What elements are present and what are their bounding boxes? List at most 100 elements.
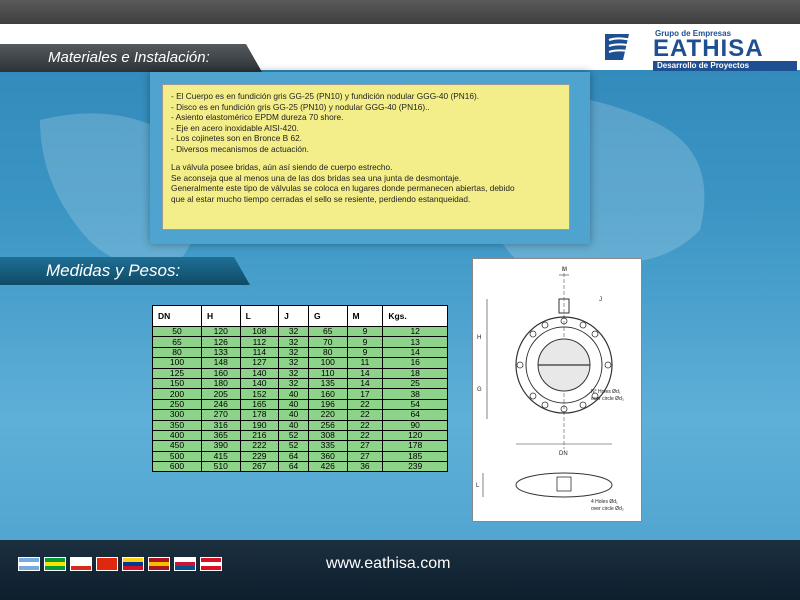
materials-item: - Eje en acero inoxidable AISI-420. — [171, 122, 299, 133]
table-cell: 22 — [346, 409, 384, 421]
table-row: 400 365 216 52 308 22 120 — [152, 429, 448, 442]
paragraph-line: Generalmente este tipo de válvulas se co… — [171, 183, 515, 193]
table-cell: 70 — [307, 336, 348, 348]
table-cell: 32 — [278, 336, 309, 348]
materials-note: - El Cuerpo es en fundición gris GG-25 (… — [162, 84, 570, 230]
section-title-dimensions: Medidas y Pesos: — [46, 261, 181, 280]
table-cell: 426 — [307, 461, 348, 473]
table-cell: 415 — [200, 450, 241, 463]
table-cell: 360 — [307, 450, 348, 463]
flag-spain-icon[interactable] — [148, 557, 170, 571]
column-header: J — [278, 305, 309, 327]
table-row: 65 126 112 32 70 9 13 — [152, 336, 448, 348]
flag-chile-icon[interactable] — [70, 557, 92, 571]
table-cell: 112 — [239, 336, 280, 348]
table-cell: 152 — [239, 388, 280, 400]
website-link[interactable]: www.eathisa.com — [326, 555, 451, 573]
table-cell: 25 — [382, 377, 448, 390]
table-cell: 196 — [307, 398, 348, 411]
dimensions-table: DN H L J G M Kgs. 50 120 108 32 65 9 12 65 126 112 32 70 9… — [152, 305, 448, 473]
table-cell: 165 — [239, 398, 280, 411]
valve-drawing-svg: M J H G DN N° Holes Ød₁ over circle Ød₂ … — [476, 267, 624, 512]
table-cell: 27 — [346, 450, 384, 463]
paragraph-line: Se aconseja que al menos una de las dos … — [171, 172, 462, 183]
table-cell: 350 — [152, 419, 202, 431]
table-cell: 50 — [152, 325, 202, 338]
table-cell: 140 — [239, 377, 280, 390]
table-cell: 148 — [200, 357, 241, 369]
table-cell: 18 — [382, 367, 448, 379]
table-cell: 256 — [307, 419, 348, 431]
table-cell: 335 — [307, 440, 348, 452]
table-cell: 12 — [382, 325, 448, 338]
flag-colombia-icon[interactable] — [122, 557, 144, 571]
table-cell: 40 — [278, 409, 309, 421]
table-cell: 110 — [307, 367, 348, 379]
company-logo[interactable]: Grupo de Empresas EATHISA Desarrollo de … — [575, 24, 800, 71]
section-header-dimensions: Medidas y Pesos: — [0, 257, 250, 285]
table-cell: 316 — [200, 419, 241, 431]
column-header: L — [239, 305, 280, 327]
label-dn: DN — [559, 451, 568, 457]
table-cell: 22 — [346, 419, 384, 431]
table-cell: 52 — [278, 440, 309, 452]
table-cell: 185 — [382, 450, 448, 463]
table-row: 150 180 140 32 135 14 25 — [152, 377, 448, 390]
table-cell: 600 — [152, 461, 202, 473]
section-header-materials: Materiales e Instalación: — [0, 44, 262, 72]
materials-item: - El Cuerpo es en fundición gris GG-25 (… — [171, 91, 480, 101]
table-cell: 108 — [239, 325, 280, 338]
table-row: 100 148 127 32 100 11 16 — [152, 357, 448, 369]
table-cell: 11 — [346, 357, 384, 369]
flag-brazil-icon[interactable] — [44, 557, 66, 571]
paragraph-line: que al estar mucho tiempo cerradas el se… — [171, 193, 471, 204]
table-cell: 32 — [278, 377, 309, 390]
table-body: 50 120 108 32 65 9 12 65 126 112 32 70 9 13 80 133 114 32… — [152, 325, 448, 473]
table-cell: 64 — [278, 461, 309, 473]
table-cell: 126 — [200, 336, 241, 348]
table-cell: 160 — [200, 367, 241, 379]
table-cell: 510 — [200, 461, 241, 473]
table-cell: 135 — [307, 377, 348, 390]
table-cell: 267 — [239, 461, 280, 473]
table-row: 600 510 267 64 426 36 239 — [152, 461, 448, 473]
table-cell: 22 — [346, 429, 384, 442]
label-m: M — [562, 267, 567, 273]
note-holes-1a: N° Holes Ød₁ — [591, 389, 621, 395]
table-cell: 65 — [307, 325, 348, 338]
table-cell: 40 — [278, 419, 309, 431]
column-header: M — [346, 305, 384, 327]
table-cell: 14 — [382, 346, 448, 359]
table-row: 50 120 108 32 65 9 12 — [152, 325, 448, 338]
valve-technical-drawing: M J H G DN N° Holes Ød₁ over circle Ød₂ … — [472, 258, 642, 522]
note-holes-2a: 4 Holes Ød₁ — [591, 499, 618, 505]
table-cell: 40 — [278, 388, 309, 400]
installation-paragraph: La válvula posee bridas, aún así siendo … — [171, 162, 561, 204]
table-cell: 38 — [382, 388, 448, 400]
top-bar — [0, 0, 800, 24]
table-cell: 205 — [200, 388, 241, 400]
table-cell: 27 — [346, 440, 384, 452]
table-cell: 64 — [382, 409, 448, 421]
table-cell: 239 — [382, 461, 448, 473]
table-cell: 150 — [152, 377, 202, 390]
table-row: 450 390 222 52 335 27 178 — [152, 440, 448, 452]
table-cell: 178 — [382, 440, 448, 452]
flag-china-icon[interactable] — [96, 557, 118, 571]
label-h: H — [477, 335, 481, 341]
column-header: DN — [152, 305, 202, 327]
table-cell: 250 — [152, 398, 202, 411]
flag-argentina-icon[interactable] — [18, 557, 40, 571]
table-cell: 22 — [346, 398, 384, 411]
table-cell: 14 — [346, 377, 384, 390]
table-cell: 100 — [307, 357, 348, 369]
flag-peru-icon[interactable] — [200, 557, 222, 571]
table-cell: 80 — [307, 346, 348, 359]
column-header: H — [200, 305, 241, 327]
table-row: 250 246 165 40 196 22 54 — [152, 398, 448, 411]
table-cell: 32 — [278, 346, 309, 359]
table-row: 500 415 229 64 360 27 185 — [152, 450, 448, 463]
flag-panama-icon[interactable] — [174, 557, 196, 571]
table-row: 125 160 140 32 110 14 18 — [152, 367, 448, 379]
table-cell: 220 — [307, 409, 348, 421]
